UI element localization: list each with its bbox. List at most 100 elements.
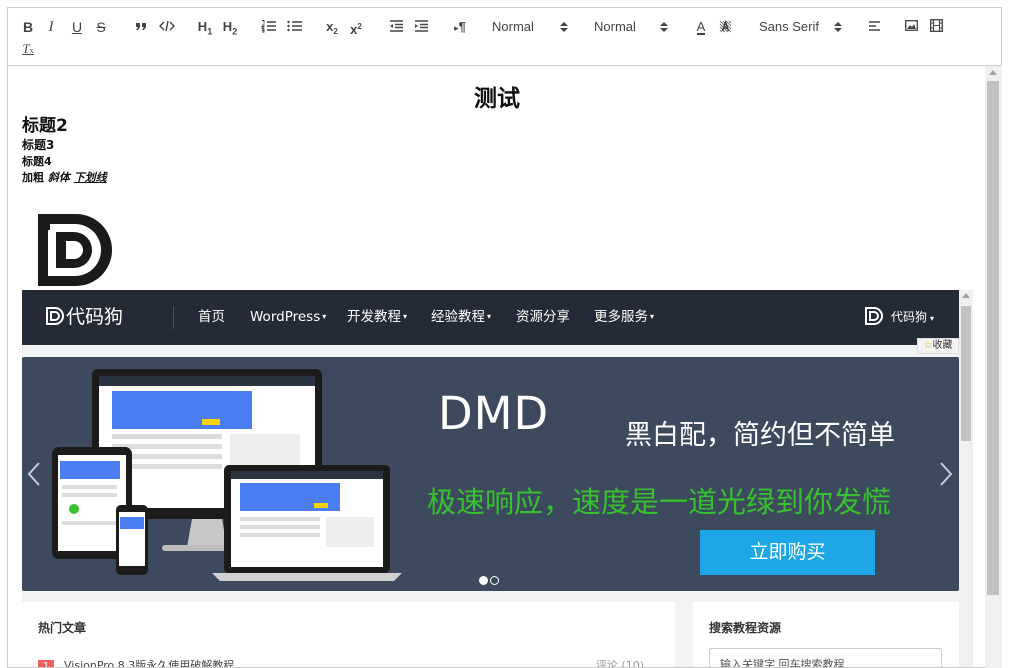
chevron-down-icon: ▾ — [487, 312, 492, 321]
user-menu: 代码狗 ▾ — [865, 307, 934, 329]
hot-article-title: VisionPro 8.3版永久使用破解教程 — [64, 659, 235, 668]
chevron-down-icon: ▾ — [930, 314, 935, 323]
devices-mockup-image — [52, 369, 402, 581]
align-button[interactable] — [866, 18, 882, 36]
website-screenshot-image: 代码狗 首页 WordPress ▾ 开发教程 ▾ 经验教程 ▾ 资源分享 更多服务 ▾… — [22, 290, 973, 668]
ordered-list-icon — [261, 20, 276, 33]
hot-articles-title: 热门文章 — [38, 621, 87, 635]
heading-4: 标题4 — [22, 155, 52, 168]
clean-format-button[interactable]: Tx — [21, 40, 35, 58]
italic-button[interactable]: I — [45, 18, 57, 36]
text-color-button[interactable]: A — [694, 18, 708, 36]
banner-brand: DMD — [438, 387, 550, 440]
strike-button[interactable]: S — [94, 18, 108, 36]
nav-wordpress-label: WordPress — [250, 309, 321, 325]
bookmark-badge: ☆收藏 — [917, 338, 959, 354]
image-icon — [905, 20, 918, 31]
code-block-button[interactable] — [158, 18, 176, 36]
image-button[interactable] — [904, 18, 919, 36]
nav-wordpress: WordPress ▾ — [250, 308, 326, 326]
heading1-level: 1 — [207, 26, 213, 37]
site-logo-mark-icon — [46, 307, 64, 325]
video-button[interactable] — [929, 18, 944, 36]
direction-label: ¶ — [458, 19, 466, 34]
chevron-down-icon: ▾ — [403, 312, 408, 321]
blockquote-button[interactable] — [134, 18, 148, 36]
text-color-letter: A — [696, 19, 706, 35]
bullet-list-button[interactable] — [286, 18, 302, 36]
screenshot-scroll-thumb — [961, 306, 971, 441]
nav-more: 更多服务 ▾ — [594, 308, 654, 326]
nav-experience-label: 经验教程 — [431, 309, 485, 325]
code-icon — [159, 20, 175, 32]
italic-text: 斜体 — [47, 171, 70, 184]
picker-arrows-icon — [560, 22, 568, 32]
indent-button[interactable] — [413, 18, 429, 36]
editor-toolbar: B I U S H1 H2 x2 x2 ▸¶ Normal Normal A S… — [8, 8, 1001, 66]
subscript-button[interactable]: x2 — [324, 18, 340, 36]
site-navbar: 代码狗 首页 WordPress ▾ 开发教程 ▾ 经验教程 ▾ 资源分享 更多服务 ▾… — [22, 290, 959, 345]
video-icon — [930, 19, 943, 32]
site-logo-text: 代码狗 — [66, 306, 124, 328]
screenshot-scrollbar — [959, 290, 973, 667]
nav-resources-label: 资源分享 — [516, 309, 570, 325]
scroll-up-icon[interactable] — [989, 70, 997, 75]
size-picker[interactable]: Normal — [492, 18, 568, 36]
heading-2: 标题2 — [22, 116, 68, 136]
site-logo: 代码狗 — [46, 306, 123, 328]
chevron-down-icon: ▾ — [322, 312, 327, 321]
clean-format-label: T — [22, 41, 30, 56]
search-panel-title: 搜索教程资源 — [709, 621, 782, 635]
slider-dot-1 — [479, 576, 488, 585]
bold-button[interactable]: B — [21, 18, 35, 36]
rank-badge: 1 — [38, 660, 54, 667]
background-color-button[interactable] — [717, 18, 733, 36]
heading2-label: H — [222, 19, 233, 34]
search-input-image: 输入关键字 回车搜索教程 — [709, 648, 942, 667]
banner-tagline: 黑白配，简约但不简单 — [625, 420, 895, 451]
heading1-button[interactable]: H1 — [195, 18, 215, 37]
bookmark-label: 收藏 — [932, 340, 953, 351]
outdent-button[interactable] — [388, 18, 404, 36]
hot-articles-panel: 热门文章 1 VisionPro 8.3版永久使用破解教程 评论 (10) — [22, 602, 675, 668]
size-picker-value: Normal — [492, 19, 534, 34]
nav-dev-tutorials-label: 开发教程 — [347, 309, 401, 325]
user-avatar-icon — [865, 307, 883, 325]
editor-content[interactable]: 测试 标题2 标题3 标题4 加粗 斜体 下划线 代码狗 首页 WordPres… — [8, 67, 986, 668]
nav-more-label: 更多服务 — [594, 309, 648, 325]
slider-dot-2 — [490, 576, 499, 585]
font-picker[interactable]: Sans Serif — [759, 18, 842, 36]
underline-text: 下划线 — [73, 171, 107, 184]
nav-home: 首页 — [198, 308, 225, 326]
document-title: 测试 — [474, 86, 520, 112]
scroll-up-icon — [962, 293, 970, 298]
subscript-mark: 2 — [333, 27, 338, 36]
heading2-button[interactable]: H2 — [220, 18, 240, 37]
header-picker[interactable]: Normal — [594, 18, 668, 36]
heading-3: 标题3 — [22, 138, 55, 152]
bullet-list-icon — [286, 20, 302, 32]
superscript-mark: 2 — [357, 22, 362, 31]
nav-resources: 资源分享 — [516, 308, 570, 326]
outdent-icon — [390, 20, 403, 32]
picker-arrows-icon — [834, 22, 842, 32]
align-icon — [868, 21, 880, 31]
slider-prev-icon — [27, 462, 40, 486]
superscript-button[interactable]: x2 — [348, 18, 364, 37]
nav-dev-tutorials: 开发教程 ▾ — [347, 308, 407, 326]
chevron-down-icon: ▾ — [650, 312, 655, 321]
underline-button[interactable]: U — [70, 18, 84, 36]
banner-slogan: 极速响应，速度是一道光绿到你发慌 — [427, 485, 892, 519]
ordered-list-button[interactable] — [260, 18, 276, 36]
scroll-thumb[interactable] — [987, 81, 999, 595]
direction-button[interactable]: ▸¶ — [450, 18, 470, 36]
nav-experience: 经验教程 ▾ — [431, 308, 491, 326]
editor-scrollbar[interactable] — [985, 66, 1002, 668]
hot-article-comments: 评论 (10) — [595, 659, 644, 668]
dmd-logo-image — [38, 214, 112, 286]
blockquote-icon — [135, 23, 146, 30]
picker-arrows-icon — [660, 22, 668, 32]
clean-format-mark: x — [29, 46, 34, 55]
header-picker-value: Normal — [594, 19, 636, 34]
hot-article-row: 1 VisionPro 8.3版永久使用破解教程 评论 (10) — [38, 657, 660, 668]
